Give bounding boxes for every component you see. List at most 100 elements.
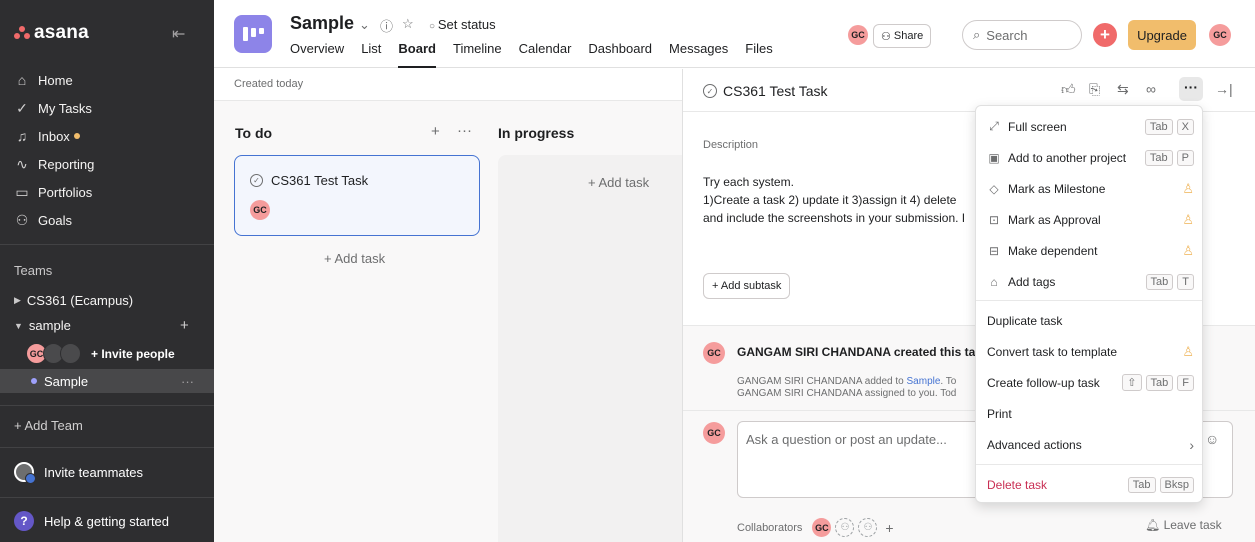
collapse-sidebar-icon[interactable]: ⇤ bbox=[172, 24, 185, 44]
more-icon[interactable]: ··· bbox=[457, 122, 472, 139]
diamond-icon: ◇ bbox=[989, 181, 999, 196]
menu-item-mark-approval[interactable]: ⊡ Mark as Approval ♙ bbox=[976, 204, 1202, 235]
sidebar-item-reporting[interactable]: ∿ Reporting bbox=[0, 150, 214, 178]
help-label: Help & getting started bbox=[44, 513, 170, 529]
folder-icon: ▭ bbox=[15, 183, 29, 200]
avatar[interactable]: GC bbox=[703, 342, 725, 364]
add-subtask-button[interactable]: + Add subtask bbox=[703, 273, 791, 299]
add-task-icon[interactable]: + bbox=[431, 123, 440, 140]
user-avatar[interactable]: GC bbox=[1209, 24, 1231, 46]
menu-item-make-dependent[interactable]: ⊟ Make dependent ♙ bbox=[976, 235, 1202, 266]
shortcut: Tab T bbox=[1142, 273, 1194, 290]
sidebar-divider bbox=[0, 244, 214, 245]
complete-check-icon[interactable]: ✓ bbox=[250, 174, 263, 187]
help-button[interactable]: ? Help & getting started bbox=[14, 511, 169, 531]
teams-header[interactable]: Teams bbox=[14, 263, 52, 278]
more-icon[interactable]: ··· bbox=[181, 374, 194, 389]
menu-item-follow-up[interactable]: Create follow-up task ⇧ Tab F bbox=[976, 367, 1202, 398]
task-card[interactable]: ✓ CS361 Test Task GC bbox=[234, 155, 480, 236]
tab-dashboard[interactable]: Dashboard bbox=[588, 41, 652, 67]
sidebar-item-portfolios[interactable]: ▭ Portfolios bbox=[0, 178, 214, 206]
tab-list[interactable]: List bbox=[361, 41, 381, 67]
attachment-icon[interactable]: ⎘ bbox=[1089, 81, 1100, 98]
approval-icon: ⊡ bbox=[988, 212, 1000, 227]
description-line: Try each system. bbox=[703, 175, 794, 189]
project-tabs: Overview List Board Timeline Calendar Da… bbox=[290, 41, 790, 68]
create-button[interactable]: + bbox=[1093, 23, 1117, 47]
key: Tab bbox=[1145, 374, 1174, 391]
sidebar-item-my-tasks[interactable]: ✓ My Tasks bbox=[0, 94, 214, 122]
info-icon[interactable]: ⓘ bbox=[380, 16, 393, 35]
link-icon[interactable]: ∞ bbox=[1146, 81, 1156, 97]
tab-overview[interactable]: Overview bbox=[290, 41, 344, 67]
complete-check-icon[interactable]: ✓ bbox=[703, 84, 717, 98]
activity-user: GANGAM SIRI CHANDANA bbox=[737, 388, 863, 399]
description-text[interactable]: Try each system. 1)Create a task 2) upda… bbox=[703, 173, 983, 227]
asana-logo[interactable]: asana bbox=[14, 22, 89, 44]
sidebar-item-goals[interactable]: ⚇ Goals bbox=[0, 206, 214, 234]
menu-item-label: Full screen bbox=[1008, 119, 1067, 134]
menu-item-duplicate[interactable]: Duplicate task bbox=[976, 305, 1202, 336]
like-icon[interactable]: 👍︎ bbox=[1061, 81, 1076, 98]
activity-title: GANGAM SIRI CHANDANA created this ta bbox=[737, 345, 976, 359]
menu-divider bbox=[976, 464, 1202, 465]
avatar[interactable]: GC bbox=[812, 518, 832, 537]
menu-item-print[interactable]: Print bbox=[976, 398, 1202, 429]
more-actions-icon[interactable]: ··· bbox=[1179, 77, 1203, 101]
add-to-team-icon[interactable]: + bbox=[180, 317, 189, 334]
tab-messages[interactable]: Messages bbox=[669, 41, 728, 67]
task-title[interactable]: CS361 Test Task bbox=[723, 83, 828, 99]
team-item-sample[interactable]: ▼ sample bbox=[14, 318, 71, 333]
menu-item-advanced-actions[interactable]: Advanced actions › bbox=[976, 429, 1202, 460]
invite-people-button[interactable]: + Invite people bbox=[91, 347, 175, 361]
project-title[interactable]: Sample bbox=[290, 13, 354, 34]
leave-task-button[interactable]: 🔔︎ Leave task bbox=[1145, 518, 1222, 532]
tab-calendar[interactable]: Calendar bbox=[519, 41, 572, 67]
tab-board[interactable]: Board bbox=[398, 41, 436, 68]
emoji-icon[interactable]: ☺ bbox=[1205, 431, 1219, 447]
project-link[interactable]: Sample bbox=[907, 376, 941, 387]
add-task-button[interactable]: + Add task bbox=[588, 175, 649, 190]
key: Tab bbox=[1127, 476, 1156, 493]
home-icon: ⌂ bbox=[17, 72, 27, 88]
tab-timeline[interactable]: Timeline bbox=[453, 41, 502, 67]
subtask-icon[interactable]: ⇆ bbox=[1117, 81, 1129, 98]
menu-item-convert-template[interactable]: Convert task to template ♙ bbox=[976, 336, 1202, 367]
add-icon[interactable]: + bbox=[885, 520, 893, 536]
assignee-avatar[interactable]: GC bbox=[250, 200, 270, 220]
menu-item-full-screen[interactable]: ⤢ Full screen Tab X bbox=[976, 111, 1202, 142]
description-line: 1)Create a task 2) update it 3)assign it… bbox=[703, 193, 957, 207]
check-circle-icon: ✓ bbox=[16, 99, 28, 116]
sidebar-item-home[interactable]: ⌂ Home bbox=[0, 66, 214, 94]
status-circle-icon: ○ bbox=[429, 21, 438, 32]
chevron-down-icon[interactable]: ⌄ bbox=[359, 17, 370, 33]
menu-item-add-to-project[interactable]: ▣ Add to another project Tab P bbox=[976, 142, 1202, 173]
menu-item-mark-milestone[interactable]: ◇ Mark as Milestone ♙ bbox=[976, 173, 1202, 204]
created-label: Created today bbox=[214, 69, 682, 101]
upgrade-button[interactable]: Upgrade bbox=[1128, 20, 1196, 50]
sidebar-project-sample[interactable]: Sample ··· bbox=[0, 369, 214, 393]
add-collaborator-icon[interactable]: ⚇ bbox=[835, 518, 855, 537]
project-board-icon[interactable] bbox=[234, 15, 272, 53]
set-status-button[interactable]: ○ Set status bbox=[429, 17, 496, 32]
star-icon[interactable]: ☆ bbox=[402, 16, 414, 32]
team-item-cs361[interactable]: ▶ CS361 (Ecampus) bbox=[14, 293, 133, 308]
add-team-button[interactable]: + Add Team bbox=[14, 418, 83, 433]
share-button[interactable]: ⚇ Share bbox=[873, 24, 932, 48]
column-title-todo[interactable]: To do bbox=[235, 125, 272, 141]
add-task-button[interactable]: + Add task bbox=[324, 251, 385, 266]
menu-item-label: Duplicate task bbox=[987, 313, 1063, 328]
add-collaborator-icon[interactable]: ⚇ bbox=[858, 518, 878, 537]
menu-item-add-tags[interactable]: ⌂ Add tags Tab T bbox=[976, 266, 1202, 297]
sidebar-item-inbox[interactable]: ♫ Inbox bbox=[0, 122, 214, 150]
avatar[interactable]: GC bbox=[848, 25, 868, 45]
tab-files[interactable]: Files bbox=[745, 41, 772, 67]
close-pane-icon[interactable]: →| bbox=[1215, 81, 1233, 97]
search-input[interactable]: ⌕ Search bbox=[962, 20, 1082, 50]
column-title-in-progress[interactable]: In progress bbox=[498, 125, 574, 141]
invite-teammates-button[interactable]: Invite teammates bbox=[14, 462, 143, 484]
search-placeholder: Search bbox=[986, 27, 1028, 43]
avatar: GC bbox=[703, 422, 725, 444]
menu-item-delete-task[interactable]: Delete task Tab Bksp bbox=[976, 469, 1202, 500]
menu-item-label: Add to another project bbox=[1008, 150, 1127, 165]
